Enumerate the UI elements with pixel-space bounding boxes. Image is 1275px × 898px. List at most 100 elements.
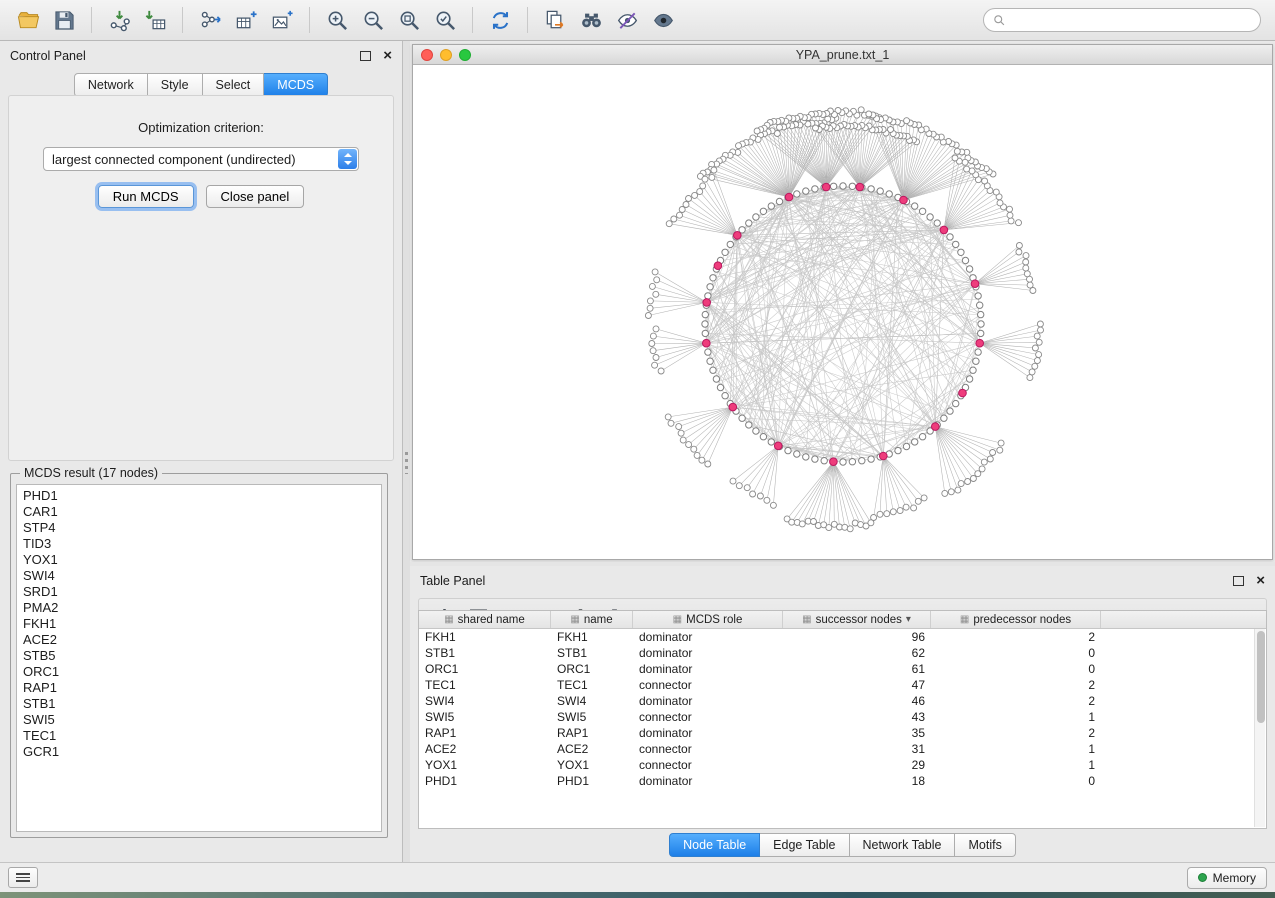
cell-predecessor-nodes: 1 xyxy=(931,758,1101,772)
mcds-result-item[interactable]: RAP1 xyxy=(23,680,381,696)
table-row[interactable]: ORC1ORC1dominator610 xyxy=(419,661,1254,677)
table-row[interactable]: SWI4SWI4dominator462 xyxy=(419,693,1254,709)
close-panel-button[interactable]: Close panel xyxy=(206,185,305,208)
apply-style-icon[interactable] xyxy=(609,4,645,36)
task-history-button[interactable] xyxy=(8,867,38,888)
table-row[interactable]: YOX1YOX1connector291 xyxy=(419,757,1254,773)
mcds-result-item[interactable]: SWI4 xyxy=(23,568,381,584)
mcds-result-item[interactable]: STB1 xyxy=(23,696,381,712)
tab-style[interactable]: Style xyxy=(148,73,203,97)
mcds-result-item[interactable]: TID3 xyxy=(23,536,381,552)
mcds-result-item[interactable]: YOX1 xyxy=(23,552,381,568)
show-graphics-details-icon[interactable] xyxy=(645,4,681,36)
table-row[interactable]: SWI5SWI5connector431 xyxy=(419,709,1254,725)
cell-successor-nodes: 61 xyxy=(783,662,931,676)
cell-successor-nodes: 62 xyxy=(783,646,931,660)
column-label: predecessor nodes xyxy=(973,614,1071,626)
cell-MCDS-role: dominator xyxy=(633,646,783,660)
control-panel-title: Control Panel xyxy=(10,49,360,63)
cell-name: ACE2 xyxy=(551,742,633,756)
table-row[interactable]: STB1STB1dominator620 xyxy=(419,645,1254,661)
import-network-icon[interactable] xyxy=(101,4,137,36)
table-float-panel-icon[interactable] xyxy=(1233,576,1244,586)
search-input[interactable] xyxy=(1012,12,1252,28)
optimization-dropdown[interactable]: largest connected component (undirected) xyxy=(43,147,359,171)
column-header-shared-name[interactable]: ▦ shared name xyxy=(419,611,551,628)
mcds-result-item[interactable]: STB5 xyxy=(23,648,381,664)
network-canvas[interactable] xyxy=(413,66,1272,559)
copy-document-icon[interactable] xyxy=(537,4,573,36)
close-panel-icon[interactable]: × xyxy=(383,51,392,61)
zoom-in-icon[interactable] xyxy=(319,4,355,36)
zoom-selected-icon[interactable] xyxy=(427,4,463,36)
mcds-result-item[interactable]: CAR1 xyxy=(23,504,381,520)
import-table-icon[interactable] xyxy=(137,4,173,36)
table-panel-tabs: Node TableEdge TableNetwork TableMotifs xyxy=(410,833,1275,857)
table-row[interactable]: PHD1PHD1dominator180 xyxy=(419,773,1254,789)
mcds-result-item[interactable]: SRD1 xyxy=(23,584,381,600)
save-icon[interactable] xyxy=(46,4,82,36)
table-row[interactable]: RAP1RAP1dominator352 xyxy=(419,725,1254,741)
export-image-icon[interactable] xyxy=(264,4,300,36)
column-header-predecessor-nodes[interactable]: ▦predecessor nodes xyxy=(931,611,1101,628)
zoom-fit-icon[interactable] xyxy=(391,4,427,36)
tab-motifs[interactable]: Motifs xyxy=(955,833,1015,857)
new-table-icon[interactable] xyxy=(228,4,264,36)
memory-label: Memory xyxy=(1213,871,1256,885)
mcds-result-item[interactable]: ORC1 xyxy=(23,664,381,680)
toolbar-separator xyxy=(91,7,92,33)
mcds-result-item[interactable]: PMA2 xyxy=(23,600,381,616)
cell-name: FKH1 xyxy=(551,630,633,644)
column-label: successor nodes xyxy=(816,614,902,626)
column-header-name[interactable]: ▦name xyxy=(551,611,633,628)
table-panel: Table Panel × f(x) ▦shared name▦name▦MCD… xyxy=(410,566,1275,862)
table-row[interactable]: TEC1TEC1connector472 xyxy=(419,677,1254,693)
tab-mcds[interactable]: MCDS xyxy=(264,73,328,97)
column-icon: ▦ xyxy=(673,614,682,625)
open-folder-icon[interactable] xyxy=(10,4,46,36)
mcds-result-groupbox: MCDS result (17 nodes) PHD1CAR1STP4TID3Y… xyxy=(10,466,388,838)
cell-successor-nodes: 96 xyxy=(783,630,931,644)
cell-shared-name: PHD1 xyxy=(419,774,551,788)
cell-shared-name: SWI4 xyxy=(419,694,551,708)
refresh-icon[interactable] xyxy=(482,4,518,36)
column-header-filler xyxy=(1101,611,1266,628)
mcds-result-item[interactable]: PHD1 xyxy=(23,488,381,504)
zoom-out-icon[interactable] xyxy=(355,4,391,36)
cell-predecessor-nodes: 2 xyxy=(931,678,1101,692)
tab-node-table[interactable]: Node Table xyxy=(669,833,760,857)
column-header-MCDS-role[interactable]: ▦MCDS role xyxy=(633,611,783,628)
column-label: shared name xyxy=(458,614,525,626)
control-panel: Control Panel × NetworkStyleSelectMCDS O… xyxy=(0,41,403,862)
memory-button[interactable]: Memory xyxy=(1187,867,1267,889)
mcds-result-item[interactable]: FKH1 xyxy=(23,616,381,632)
tab-network-table[interactable]: Network Table xyxy=(850,833,956,857)
mcds-result-item[interactable]: TEC1 xyxy=(23,728,381,744)
mcds-result-item[interactable]: SWI5 xyxy=(23,712,381,728)
tab-edge-table[interactable]: Edge Table xyxy=(760,833,849,857)
run-mcds-button[interactable]: Run MCDS xyxy=(98,185,194,208)
control-panel-header: Control Panel × xyxy=(0,41,402,71)
table-scrollbar[interactable] xyxy=(1254,629,1265,827)
search-box[interactable] xyxy=(983,8,1261,32)
table-row[interactable]: ACE2ACE2connector311 xyxy=(419,741,1254,757)
mcds-result-list[interactable]: PHD1CAR1STP4TID3YOX1SWI4SRD1PMA2FKH1ACE2… xyxy=(16,484,382,832)
cell-predecessor-nodes: 2 xyxy=(931,694,1101,708)
tab-select[interactable]: Select xyxy=(203,73,265,97)
cell-successor-nodes: 35 xyxy=(783,726,931,740)
table-close-panel-icon[interactable]: × xyxy=(1256,576,1265,586)
column-icon: ▦ xyxy=(444,614,453,625)
mcds-result-item[interactable]: STP4 xyxy=(23,520,381,536)
float-panel-icon[interactable] xyxy=(360,51,371,61)
scrollbar-thumb[interactable] xyxy=(1257,631,1265,723)
column-header-successor-nodes[interactable]: ▦successor nodes▾ xyxy=(783,611,931,628)
export-network-icon[interactable] xyxy=(192,4,228,36)
mcds-result-item[interactable]: GCR1 xyxy=(23,744,381,760)
network-graph[interactable] xyxy=(413,66,1272,559)
table-row[interactable]: FKH1FKH1dominator962 xyxy=(419,629,1254,645)
search-binoculars-icon[interactable] xyxy=(573,4,609,36)
vertical-splitter[interactable] xyxy=(403,41,410,862)
toolbar-separator xyxy=(527,7,528,33)
mcds-result-item[interactable]: ACE2 xyxy=(23,632,381,648)
tab-network[interactable]: Network xyxy=(74,73,148,97)
